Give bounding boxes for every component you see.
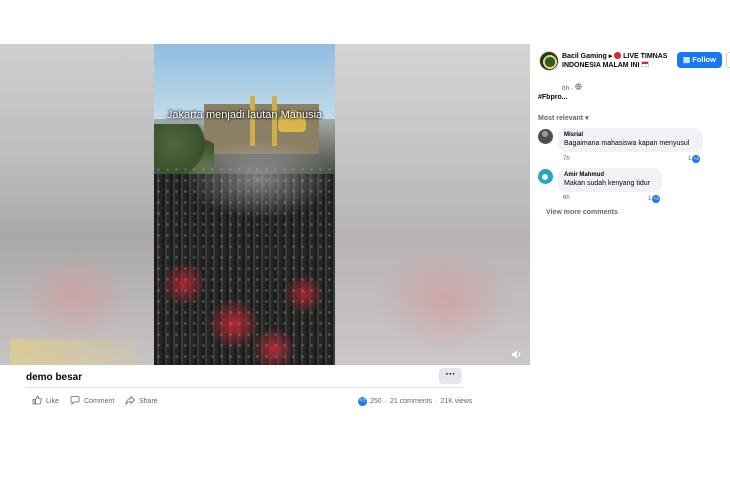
stats-separator: · [435, 397, 438, 405]
view-count: 21K views [440, 397, 473, 405]
post-title: demo besar [26, 372, 83, 383]
page-name[interactable]: Bacil Gaming [562, 53, 607, 60]
comment-text: Bagaimana mahasiswa kapan menyusul [564, 140, 690, 147]
comment-bubble: Amir Mahmud Makan sudah kenyang tidur [558, 168, 662, 192]
page-header: Bacil Gaming ▸ LIVE TIMNAS INDONESIA MAL… [562, 52, 672, 70]
video-caption: Jakarta menjadi lautan Manusia [166, 109, 323, 121]
reaction-count[interactable]: 250 [370, 398, 382, 405]
video-smoke [184, 139, 334, 219]
like-button[interactable]: Like [32, 395, 59, 407]
like-label: Like [46, 397, 59, 405]
stats-separator: · [384, 397, 388, 405]
page-avatar[interactable] [539, 51, 559, 71]
video-blur-background-right [335, 44, 530, 365]
sort-label: Most relevant [538, 115, 584, 122]
comment-time[interactable]: 6h [563, 195, 570, 201]
chevron-right-icon: ▸ [608, 53, 613, 60]
globe-icon [575, 83, 582, 92]
comment-author[interactable]: Amir Mahmud [564, 171, 656, 179]
comment-bubble-icon [70, 395, 80, 407]
comment-label: Comment [84, 397, 115, 405]
comment-time[interactable]: 7h [563, 156, 570, 162]
comment-sort-dropdown[interactable]: Most relevant ▾ [538, 114, 589, 122]
comment-reaction-count: 1 [648, 196, 652, 202]
post-timestamp[interactable]: 8h [562, 85, 569, 92]
comment-reactions[interactable]: 1 👍︎ [648, 195, 661, 203]
caret-down-icon: ▾ [585, 115, 589, 122]
thumbs-up-icon [32, 395, 42, 407]
like-reaction-icon: 👍︎ [358, 396, 367, 406]
live-indicator-icon [614, 52, 622, 59]
comment-reactions[interactable]: 1 👍︎ [688, 155, 701, 163]
comment-author[interactable]: Misrial [564, 131, 697, 139]
more-options-button[interactable]: ··· [439, 368, 462, 384]
video-player[interactable]: Jakarta menjadi lautan Manusia [0, 44, 530, 365]
follow-icon: ▤ [683, 55, 691, 64]
view-more-comments-link[interactable]: View more comments [546, 209, 618, 216]
commenter-avatar[interactable] [538, 129, 553, 144]
video-blur-background-left [0, 44, 154, 365]
comment-reaction-count: 1 [688, 156, 692, 162]
speaker-icon[interactable] [510, 349, 524, 361]
share-arrow-icon [125, 395, 136, 407]
dot-separator: · [571, 85, 574, 92]
comment-text: Makan sudah kenyang tidur [564, 180, 650, 187]
comment-bubble: Misrial Bagaimana mahasiswa kapan menyus… [558, 128, 703, 152]
like-reaction-icon: 👍︎ [652, 195, 661, 203]
more-button-edge[interactable] [726, 52, 730, 68]
share-button[interactable]: Share [125, 395, 158, 407]
follow-button[interactable]: ▤ Follow [677, 52, 722, 68]
commenter-avatar[interactable] [538, 169, 553, 184]
video-frame[interactable]: Jakarta menjadi lautan Manusia [154, 44, 335, 365]
divider [26, 387, 463, 388]
comment-button[interactable]: Comment [70, 396, 114, 406]
indonesia-flag-icon [641, 61, 650, 67]
comment-count[interactable]: 21 comments [390, 398, 432, 405]
hashtag-link[interactable]: #Fbpro... [538, 94, 568, 101]
post-time: 8h · [562, 83, 582, 92]
like-reaction-icon: 👍︎ [692, 155, 701, 163]
share-label: Share [139, 397, 158, 405]
post-stats: 👍︎ 250 · 21 comments · 21K views [358, 396, 472, 406]
follow-label: Follow [692, 55, 716, 64]
